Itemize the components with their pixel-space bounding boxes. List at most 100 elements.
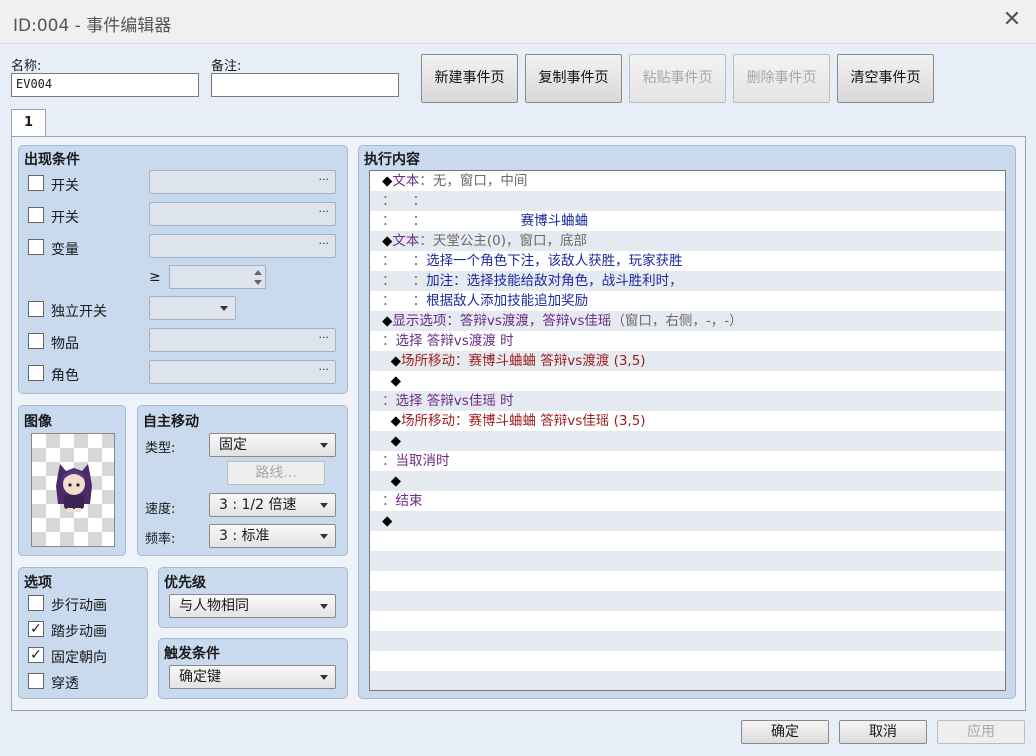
- ge-symbol: ≥: [149, 269, 161, 285]
- command-row[interactable]: [370, 631, 1005, 651]
- name-field[interactable]: EV004: [11, 73, 199, 97]
- command-row[interactable]: ◆显示选项：答辩vs渡渡，答辩vs佳瑶（窗口，右侧，-，-）: [370, 311, 1005, 331]
- variable-label: 变量: [51, 242, 79, 258]
- variable-field[interactable]: ···: [149, 234, 336, 258]
- spin-up-icon[interactable]: [254, 270, 262, 275]
- command-text: ： ：: [382, 193, 427, 209]
- copy-page-button[interactable]: 复制事件页: [525, 54, 622, 103]
- command-row[interactable]: ： ：选择一个角色下注，该敌人获胜，玩家获胜: [370, 251, 1005, 271]
- command-list[interactable]: ◆文本：无，窗口，中间： ：： ： 赛博斗蛐蛐 ◆文本：天堂公主(0)，窗口，底部…: [369, 170, 1006, 691]
- autonomous-title: 自主移动: [143, 414, 199, 430]
- image-title: 图像: [24, 414, 52, 430]
- item-field[interactable]: ···: [149, 328, 336, 352]
- switch2-checkbox[interactable]: [28, 207, 44, 223]
- switch1-dots: ···: [318, 173, 330, 186]
- command-row[interactable]: [370, 571, 1005, 591]
- through-label: 穿透: [51, 676, 79, 692]
- command-row[interactable]: [370, 531, 1005, 551]
- tab-page-1[interactable]: 1: [11, 109, 46, 137]
- command-diamond-icon: ◆: [382, 513, 393, 529]
- clear-page-button[interactable]: 清空事件页: [837, 54, 934, 103]
- switch1-field[interactable]: ···: [149, 170, 336, 194]
- frequency-value: 3 : 标准: [219, 528, 270, 544]
- command-row[interactable]: ◆场所移动：赛博斗蛐蛐 答辩vs渡渡 (3,5): [370, 351, 1005, 371]
- command-text: 选择 答辩vs佳瑶 时: [395, 393, 514, 409]
- through-checkbox[interactable]: [28, 673, 44, 689]
- command-row[interactable]: ： ： 赛博斗蛐蛐: [370, 211, 1005, 231]
- command-row[interactable]: ：当取消时: [370, 451, 1005, 471]
- chevron-down-icon: [320, 503, 328, 508]
- stepping-anim-label: 踏步动画: [51, 624, 107, 640]
- actor-checkbox[interactable]: [28, 365, 44, 381]
- command-text: ：: [382, 393, 396, 409]
- command-row[interactable]: ： ：: [370, 191, 1005, 211]
- command-row[interactable]: ◆文本：天堂公主(0)，窗口，底部: [370, 231, 1005, 251]
- character-image[interactable]: [31, 433, 115, 547]
- command-row[interactable]: [370, 671, 1005, 690]
- delete-page-button[interactable]: 删除事件页: [733, 54, 830, 103]
- self-switch-select[interactable]: [149, 296, 236, 320]
- command-row[interactable]: ◆场所移动：赛博斗蛐蛐 答辩vs佳瑶 (3,5): [370, 411, 1005, 431]
- apply-button[interactable]: 应用: [937, 720, 1025, 744]
- frequency-select[interactable]: 3 : 标准: [209, 524, 336, 548]
- command-row[interactable]: ◆: [370, 511, 1005, 531]
- ok-button[interactable]: 确定: [741, 720, 829, 744]
- item-checkbox[interactable]: [28, 333, 44, 349]
- priority-select[interactable]: 与人物相同: [169, 594, 336, 618]
- movement-type-select[interactable]: 固定: [209, 433, 336, 457]
- variable-dots: ···: [318, 237, 330, 250]
- command-row[interactable]: ：结束: [370, 491, 1005, 511]
- walking-anim-checkbox[interactable]: [28, 595, 44, 611]
- command-row[interactable]: [370, 591, 1005, 611]
- variable-value-spinner[interactable]: [169, 265, 266, 289]
- direction-fix-checkbox[interactable]: ✓: [28, 647, 44, 663]
- cancel-button[interactable]: 取消: [839, 720, 927, 744]
- command-row[interactable]: ◆: [370, 471, 1005, 491]
- self-switch-checkbox[interactable]: [28, 301, 44, 317]
- actor-field[interactable]: ···: [149, 360, 336, 384]
- command-row[interactable]: ◆文本：无，窗口，中间: [370, 171, 1005, 191]
- command-text: 结束: [395, 493, 423, 509]
- trigger-value: 确定键: [179, 669, 221, 685]
- direction-fix-label: 固定朝向: [51, 650, 107, 666]
- command-row[interactable]: ： ：根据敌人添加技能追加奖励: [370, 291, 1005, 311]
- command-row[interactable]: ：选择 答辩vs佳瑶 时: [370, 391, 1005, 411]
- command-text: 显示选项：答辩vs渡渡，答辩vs佳瑶: [392, 313, 612, 329]
- switch2-field[interactable]: ···: [149, 202, 336, 226]
- command-text: ： ：: [382, 213, 427, 229]
- command-text: ：: [382, 493, 396, 509]
- switch2-dots: ···: [318, 205, 330, 218]
- command-diamond-icon: ◆: [382, 353, 401, 369]
- command-text: ： ：: [382, 253, 427, 269]
- speed-select[interactable]: 3 : 1/2 倍速: [209, 493, 336, 517]
- paste-page-button[interactable]: 粘贴事件页: [629, 54, 726, 103]
- chevron-down-icon: [320, 675, 328, 680]
- movement-type-value: 固定: [219, 437, 247, 453]
- stepping-anim-checkbox[interactable]: ✓: [28, 621, 44, 637]
- new-page-button[interactable]: 新建事件页: [421, 54, 518, 103]
- chevron-down-icon: [320, 534, 328, 539]
- note-field[interactable]: [211, 73, 399, 97]
- priority-title: 优先级: [164, 575, 206, 591]
- switch2-label: 开关: [51, 210, 79, 226]
- command-row[interactable]: [370, 551, 1005, 571]
- command-text: 根据敌人添加技能追加奖励: [426, 293, 589, 309]
- chevron-down-icon: [320, 443, 328, 448]
- variable-checkbox[interactable]: [28, 239, 44, 255]
- command-row[interactable]: ◆: [370, 431, 1005, 451]
- item-dots: ···: [318, 331, 330, 344]
- command-row[interactable]: ◆: [370, 371, 1005, 391]
- command-row[interactable]: ： ：加注：选择技能给敌对角色，战斗胜利时，: [370, 271, 1005, 291]
- command-row[interactable]: [370, 611, 1005, 631]
- route-button[interactable]: 路线...: [227, 461, 325, 485]
- command-diamond-icon: ◆: [382, 173, 393, 189]
- trigger-select[interactable]: 确定键: [169, 665, 336, 689]
- title-bar: ID:004 - 事件编辑器 ✕: [0, 0, 1036, 44]
- switch1-checkbox[interactable]: [28, 175, 44, 191]
- speed-value: 3 : 1/2 倍速: [219, 497, 297, 513]
- command-row[interactable]: ：选择 答辩vs渡渡 时: [370, 331, 1005, 351]
- command-row[interactable]: [370, 651, 1005, 671]
- speed-label: 速度:: [145, 502, 176, 517]
- spin-down-icon[interactable]: [254, 280, 262, 285]
- close-icon[interactable]: ✕: [1000, 8, 1024, 32]
